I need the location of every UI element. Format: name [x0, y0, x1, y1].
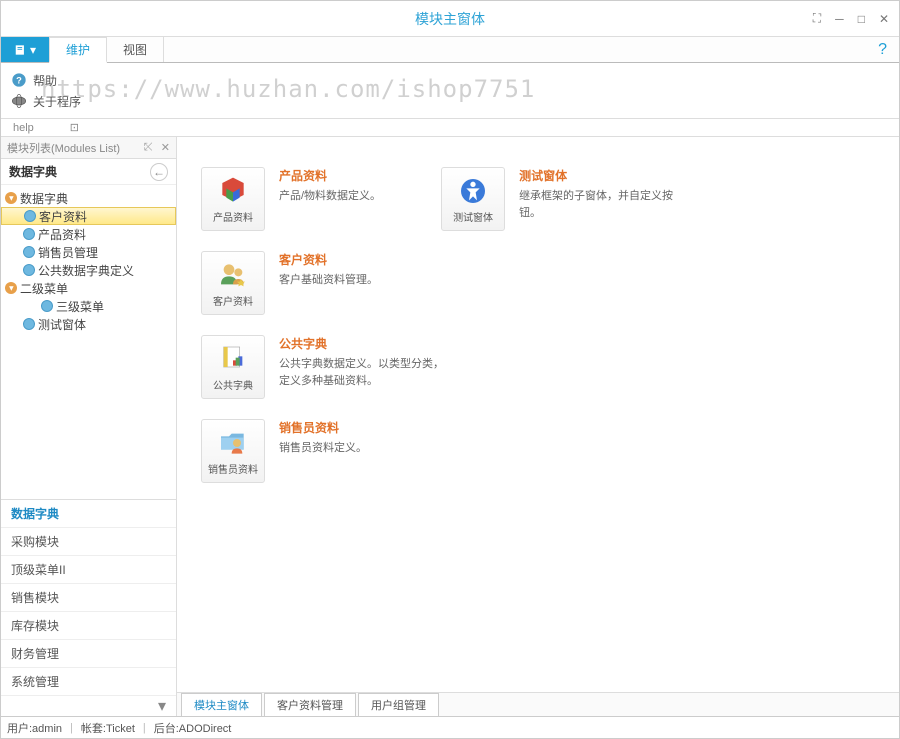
tree-node-customer[interactable]: 客户资料	[1, 207, 176, 225]
module-desc: 销售员资料定义。	[279, 440, 367, 457]
module-desc: 继承框架的子窗体，并自定义按钮。	[519, 188, 689, 221]
tree-node-public-dict[interactable]: 公共数据字典定义	[1, 261, 176, 279]
module-product: 产品资料 产品资料 产品/物料数据定义。	[201, 167, 381, 231]
accordion-finance[interactable]: 财务管理	[1, 640, 176, 668]
module-sales: 销售员资料 销售员资料 销售员资料定义。	[201, 419, 367, 483]
bottom-tab-customer[interactable]: 客户资料管理	[264, 693, 356, 716]
module-customer-button[interactable]: 客户资料	[201, 251, 265, 315]
file-button[interactable]: ▾	[1, 37, 49, 62]
bottom-tab-main[interactable]: 模块主窗体	[181, 693, 262, 716]
sidebar-panel-header: 模块列表(Modules List) ⤪ ✕	[1, 137, 176, 159]
module-desc: 公共字典数据定义。以类型分类，定义多种基础资料。	[279, 356, 449, 389]
about-icon	[11, 93, 27, 109]
ribbon-help-icon[interactable]: ?	[866, 37, 899, 62]
status-backend: 后台:ADODirect	[154, 720, 232, 736]
tree-node-dict[interactable]: 数据字典	[1, 189, 176, 207]
panel-close-icon[interactable]: ✕	[161, 141, 170, 154]
module-desc: 客户基础资料管理。	[279, 272, 378, 289]
accessibility-icon	[457, 175, 489, 207]
svg-text:?: ?	[16, 75, 22, 85]
titlebar: 模块主窗体 ⛶ ─ □ ✕	[1, 1, 899, 37]
expander-icon[interactable]	[5, 282, 17, 294]
module-tree: 数据字典 客户资料 产品资料 销售员管理 公共数据字典定义	[1, 185, 176, 337]
help-icon: ?	[11, 72, 27, 88]
accordion-dict[interactable]: 数据字典	[1, 500, 176, 528]
module-sales-button[interactable]: 销售员资料	[201, 419, 265, 483]
statusbar: 用户:admin | 帐套:Ticket | 后台:ADODirect	[1, 716, 899, 738]
module-test-button[interactable]: 测试窗体	[441, 167, 505, 231]
module-dict-button[interactable]: 公共字典	[201, 335, 265, 399]
bullet-icon	[24, 210, 36, 222]
ribbon-tabs: ▾ 维护 视图 ?	[1, 37, 899, 63]
module-dict: 公共字典 公共字典 公共字典数据定义。以类型分类，定义多种基础资料。	[201, 335, 449, 399]
close-icon[interactable]: ✕	[875, 10, 893, 28]
tree-node-menu2[interactable]: 二级菜单	[1, 279, 176, 297]
status-account: 帐套:Ticket	[81, 720, 135, 736]
accordion-purchase[interactable]: 采购模块	[1, 528, 176, 556]
module-desc: 产品/物料数据定义。	[279, 188, 381, 205]
tab-view[interactable]: 视图	[107, 37, 164, 62]
module-test: 测试窗体 测试窗体 继承框架的子窗体，并自定义按钮。	[441, 167, 689, 231]
ribbon-help-button[interactable]: ? 帮助	[11, 72, 889, 89]
bullet-icon	[41, 300, 53, 312]
accordion-system[interactable]: 系统管理	[1, 668, 176, 696]
sidebar: 模块列表(Modules List) ⤪ ✕ 数据字典 ← 数据字典 客户资料	[1, 137, 177, 716]
module-title: 测试窗体	[519, 167, 689, 184]
folder-user-icon	[217, 427, 249, 459]
tab-maintain[interactable]: 维护	[49, 37, 107, 63]
ribbon-group-footer: help ⊡	[1, 119, 899, 137]
module-customer: 客户资料 客户资料 客户基础资料管理。	[201, 251, 378, 315]
back-icon[interactable]: ←	[150, 163, 168, 181]
minimize-icon[interactable]: ─	[831, 10, 848, 28]
cube-icon	[217, 175, 249, 207]
ribbon-about-button[interactable]: 关于程序	[11, 93, 889, 110]
expander-icon[interactable]	[5, 192, 17, 204]
bottom-tab-usergroup[interactable]: 用户组管理	[358, 693, 439, 716]
accordion-sales[interactable]: 销售模块	[1, 584, 176, 612]
report-icon	[217, 343, 249, 375]
bullet-icon	[23, 246, 35, 258]
status-user: 用户:admin	[7, 720, 62, 736]
users-icon	[217, 259, 249, 291]
sidebar-section-title: 数据字典 ←	[1, 159, 176, 185]
module-product-button[interactable]: 产品资料	[201, 167, 265, 231]
window-title: 模块主窗体	[415, 9, 485, 29]
ribbon-content: ? 帮助 关于程序 https://www.huzhan.com/ishop77…	[1, 63, 899, 119]
accordion-topmenu2[interactable]: 顶级菜单II	[1, 556, 176, 584]
accordion-collapse-icon[interactable]: ▾	[1, 696, 176, 716]
module-title: 产品资料	[279, 167, 381, 184]
maximize-icon[interactable]: □	[854, 10, 869, 28]
bottom-tabs: 模块主窗体 客户资料管理 用户组管理	[177, 692, 899, 716]
tree-node-sales[interactable]: 销售员管理	[1, 243, 176, 261]
bullet-icon	[23, 228, 35, 240]
sidebar-accordion: 数据字典 采购模块 顶级菜单II 销售模块 库存模块 财务管理 系统管理 ▾	[1, 499, 176, 716]
accordion-stock[interactable]: 库存模块	[1, 612, 176, 640]
bullet-icon	[23, 318, 35, 330]
module-title: 公共字典	[279, 335, 449, 352]
module-title: 销售员资料	[279, 419, 367, 436]
bullet-icon	[23, 264, 35, 276]
content-area: 产品资料 产品资料 产品/物料数据定义。 测试窗体 测试窗	[177, 137, 899, 716]
tree-node-test[interactable]: 测试窗体	[1, 315, 176, 333]
expand-icon[interactable]: ⛶	[809, 9, 825, 28]
pin-icon[interactable]: ⤪	[144, 141, 153, 154]
dialog-launcher-icon[interactable]: ⊡	[70, 121, 79, 134]
tree-node-product[interactable]: 产品资料	[1, 225, 176, 243]
tree-node-menu3[interactable]: 三级菜单	[1, 297, 176, 315]
module-title: 客户资料	[279, 251, 378, 268]
